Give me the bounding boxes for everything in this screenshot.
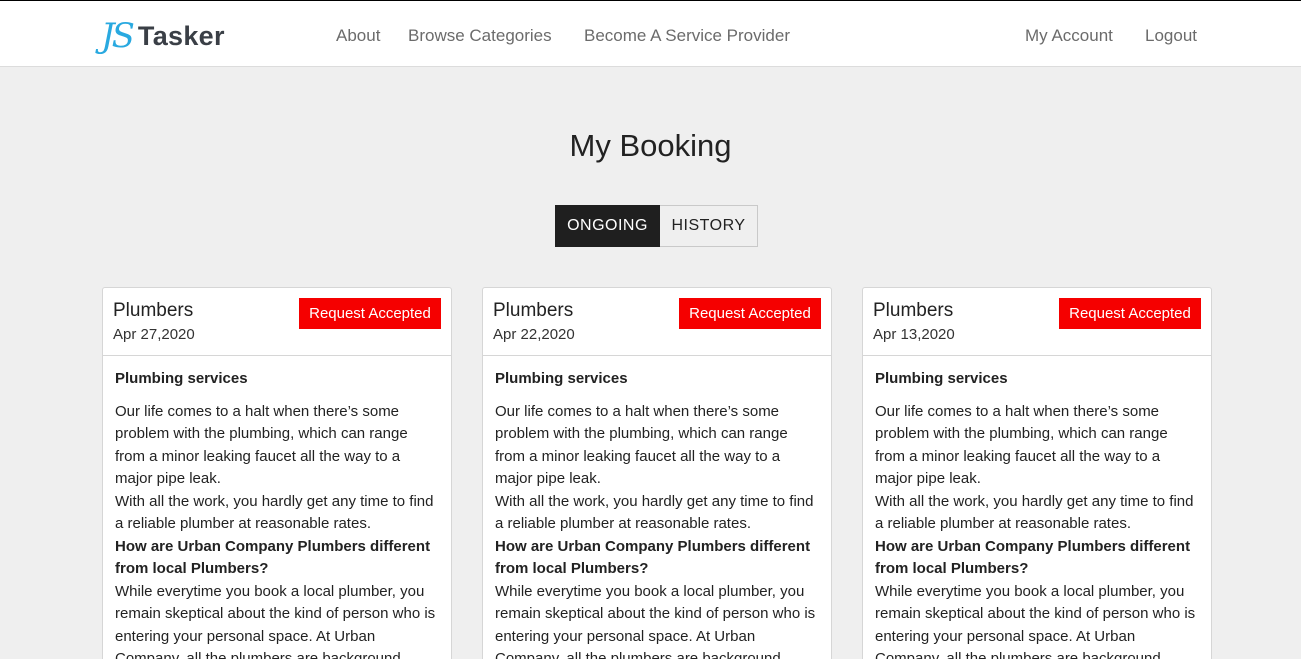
card-body: Plumbing services Our life comes to a ha… [103, 356, 451, 659]
status-badge: Request Accepted [1059, 298, 1201, 329]
booking-category: Plumbers [113, 300, 194, 321]
service-title: Plumbing services [115, 370, 248, 387]
booking-tabs: ONGOING HISTORY [555, 205, 758, 247]
card-header: Plumbers Apr 27,2020 Request Accepted [103, 288, 451, 356]
booking-category: Plumbers [493, 300, 574, 321]
service-description: Our life comes to a halt when there’s so… [115, 402, 408, 488]
service-description: With all the work, you hardly get any ti… [115, 492, 434, 533]
booking-card[interactable]: Plumbers Apr 22,2020 Request Accepted Pl… [482, 287, 832, 659]
service-question: How are Urban Company Plumbers different… [495, 537, 811, 578]
nav-about[interactable]: About [336, 25, 380, 47]
booking-category: Plumbers [873, 300, 954, 321]
card-body: Plumbing services Our life comes to a ha… [483, 356, 831, 659]
service-description: While everytime you book a local plumber… [875, 582, 1196, 659]
logo-mark: JS [101, 16, 135, 56]
status-badge: Request Accepted [679, 298, 821, 329]
service-description: With all the work, you hardly get any ti… [875, 492, 1194, 533]
card-header: Plumbers Apr 13,2020 Request Accepted [863, 288, 1211, 356]
status-badge: Request Accepted [299, 298, 441, 329]
service-question: How are Urban Company Plumbers different… [115, 537, 431, 578]
page-title: My Booking [569, 128, 732, 163]
service-description: While everytime you book a local plumber… [495, 582, 816, 659]
card-header: Plumbers Apr 22,2020 Request Accepted [483, 288, 831, 356]
tab-ongoing[interactable]: ONGOING [555, 205, 660, 247]
service-description: Our life comes to a halt when there’s so… [495, 402, 788, 488]
booking-card[interactable]: Plumbers Apr 13,2020 Request Accepted Pl… [862, 287, 1212, 659]
card-body: Plumbing services Our life comes to a ha… [863, 356, 1211, 659]
service-title: Plumbing services [875, 370, 1008, 387]
booking-card[interactable]: Plumbers Apr 27,2020 Request Accepted Pl… [102, 287, 452, 659]
site-header: JS Tasker About Browse Categories Become… [0, 1, 1301, 67]
service-title: Plumbing services [495, 370, 628, 387]
nav-logout[interactable]: Logout [1145, 25, 1197, 47]
service-description: With all the work, you hardly get any ti… [495, 492, 814, 533]
booking-date: Apr 27,2020 [113, 326, 195, 343]
logo-text: Tasker [137, 20, 225, 51]
tab-history[interactable]: HISTORY [660, 205, 758, 247]
nav-become-provider[interactable]: Become A Service Provider [584, 25, 790, 47]
nav-my-account[interactable]: My Account [1025, 25, 1113, 47]
service-description: Our life comes to a halt when there’s so… [875, 402, 1168, 488]
service-question: How are Urban Company Plumbers different… [875, 537, 1191, 578]
service-description: While everytime you book a local plumber… [115, 582, 436, 659]
booking-date: Apr 22,2020 [493, 326, 575, 343]
booking-date: Apr 13,2020 [873, 326, 955, 343]
logo[interactable]: JS Tasker [101, 18, 225, 54]
nav-browse-categories[interactable]: Browse Categories [408, 25, 552, 47]
